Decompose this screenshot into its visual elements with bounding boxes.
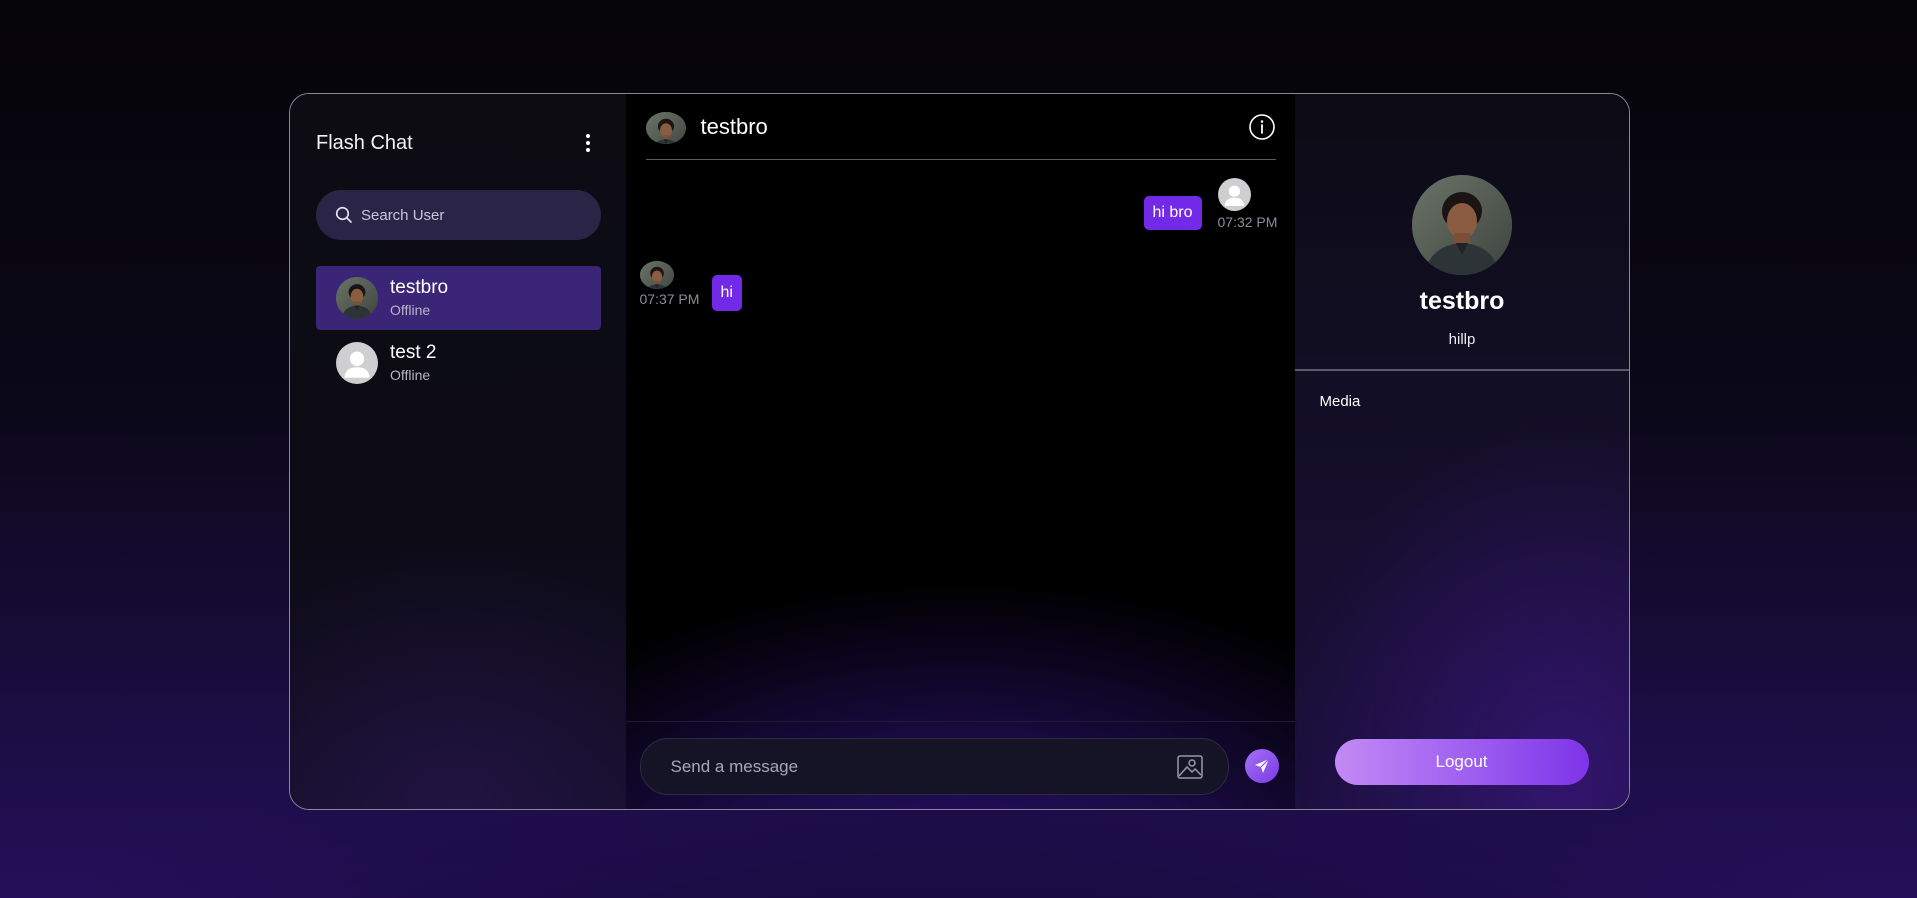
info-icon[interactable] (1248, 113, 1276, 141)
search-icon (335, 206, 352, 223)
sidebar: Flash Chat testbro Offline test 2 Offlin… (290, 94, 626, 809)
user-status: Offline (390, 367, 431, 383)
chat-app-window: Flash Chat testbro Offline test 2 Offlin… (289, 93, 1630, 810)
avatar (645, 112, 686, 144)
message-input-box[interactable] (639, 738, 1229, 795)
avatar (336, 277, 378, 319)
profile-avatar (1411, 175, 1512, 275)
menu-dots-icon[interactable] (582, 132, 594, 154)
divider (1294, 369, 1629, 371)
user-status: Offline (390, 302, 431, 318)
message-bubble-received: hi (711, 275, 742, 311)
chat-contact-name: testbro (700, 114, 768, 139)
image-icon[interactable] (1176, 753, 1204, 781)
message-composer (625, 721, 1296, 809)
send-icon (1254, 758, 1269, 773)
message-bubble-sent: hi bro (1143, 196, 1202, 230)
send-button[interactable] (1244, 749, 1279, 783)
media-label: Media (1319, 393, 1361, 410)
profile-bio: hillp (1448, 331, 1476, 348)
default-avatar-icon (1217, 178, 1251, 211)
user-name: test 2 (390, 342, 437, 363)
profile-panel: testbro hillp Media Logout (1294, 94, 1629, 809)
search-input[interactable] (361, 190, 591, 240)
search-bar[interactable] (316, 190, 601, 240)
chat-panel: testbro hi bro 07:32 PM 07:37 PM hi (625, 94, 1296, 809)
message-time: 07:32 PM (1217, 214, 1278, 230)
user-list-item-testbro[interactable]: testbro Offline (316, 266, 601, 330)
user-list-item-test-2[interactable]: test 2 Offline (316, 331, 601, 395)
profile-name: testbro (1419, 287, 1505, 315)
chat-header: testbro (645, 94, 1276, 160)
app-title: Flash Chat (316, 132, 413, 154)
logout-button[interactable]: Logout (1334, 739, 1589, 785)
default-avatar-icon (336, 342, 378, 384)
user-name: testbro (390, 277, 449, 298)
avatar (639, 261, 674, 289)
message-time: 07:37 PM (639, 291, 700, 307)
message-input[interactable] (670, 739, 1151, 794)
